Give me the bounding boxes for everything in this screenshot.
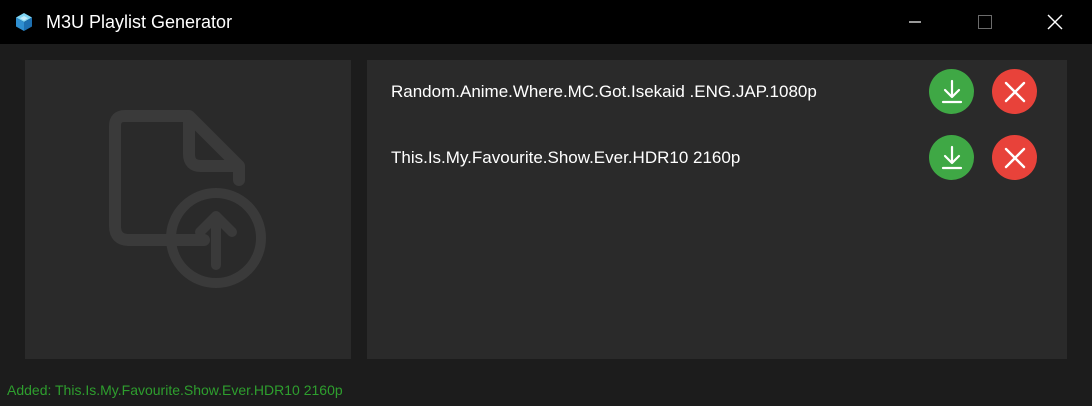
remove-icon [1004, 81, 1025, 102]
file-drop-zone[interactable] [25, 60, 351, 359]
close-icon [1047, 14, 1063, 30]
title-bar[interactable]: M3U Playlist Generator [0, 0, 1092, 44]
playlist-item-label: Random.Anime.Where.MC.Got.Isekaid .ENG.J… [391, 82, 817, 101]
app-cube-icon [16, 13, 32, 31]
window-title: M3U Playlist Generator [46, 12, 233, 32]
app-window: M3U Playlist Generator Random.Anime.Wher… [0, 0, 1092, 406]
close-window-button[interactable] [1020, 0, 1090, 44]
playlist-item-label: This.Is.My.Favourite.Show.Ever.HDR10 216… [391, 148, 741, 167]
download-button[interactable] [929, 135, 974, 180]
maximize-icon [978, 15, 992, 29]
playlist-panel: Random.Anime.Where.MC.Got.Isekaid .ENG.J… [367, 60, 1067, 359]
minimize-icon [909, 21, 921, 23]
remove-icon [1004, 147, 1025, 168]
file-upload-icon [109, 110, 266, 288]
status-message: Added: This.Is.My.Favourite.Show.Ever.HD… [7, 382, 343, 398]
remove-button[interactable] [992, 69, 1037, 114]
minimize-button[interactable] [880, 0, 950, 44]
download-icon [941, 79, 962, 103]
playlist-item: This.Is.My.Favourite.Show.Ever.HDR10 216… [367, 133, 1067, 183]
playlist-item: Random.Anime.Where.MC.Got.Isekaid .ENG.J… [367, 67, 1067, 117]
download-button[interactable] [929, 69, 974, 114]
remove-button[interactable] [992, 135, 1037, 180]
maximize-button[interactable] [950, 0, 1020, 44]
download-icon [941, 145, 962, 169]
